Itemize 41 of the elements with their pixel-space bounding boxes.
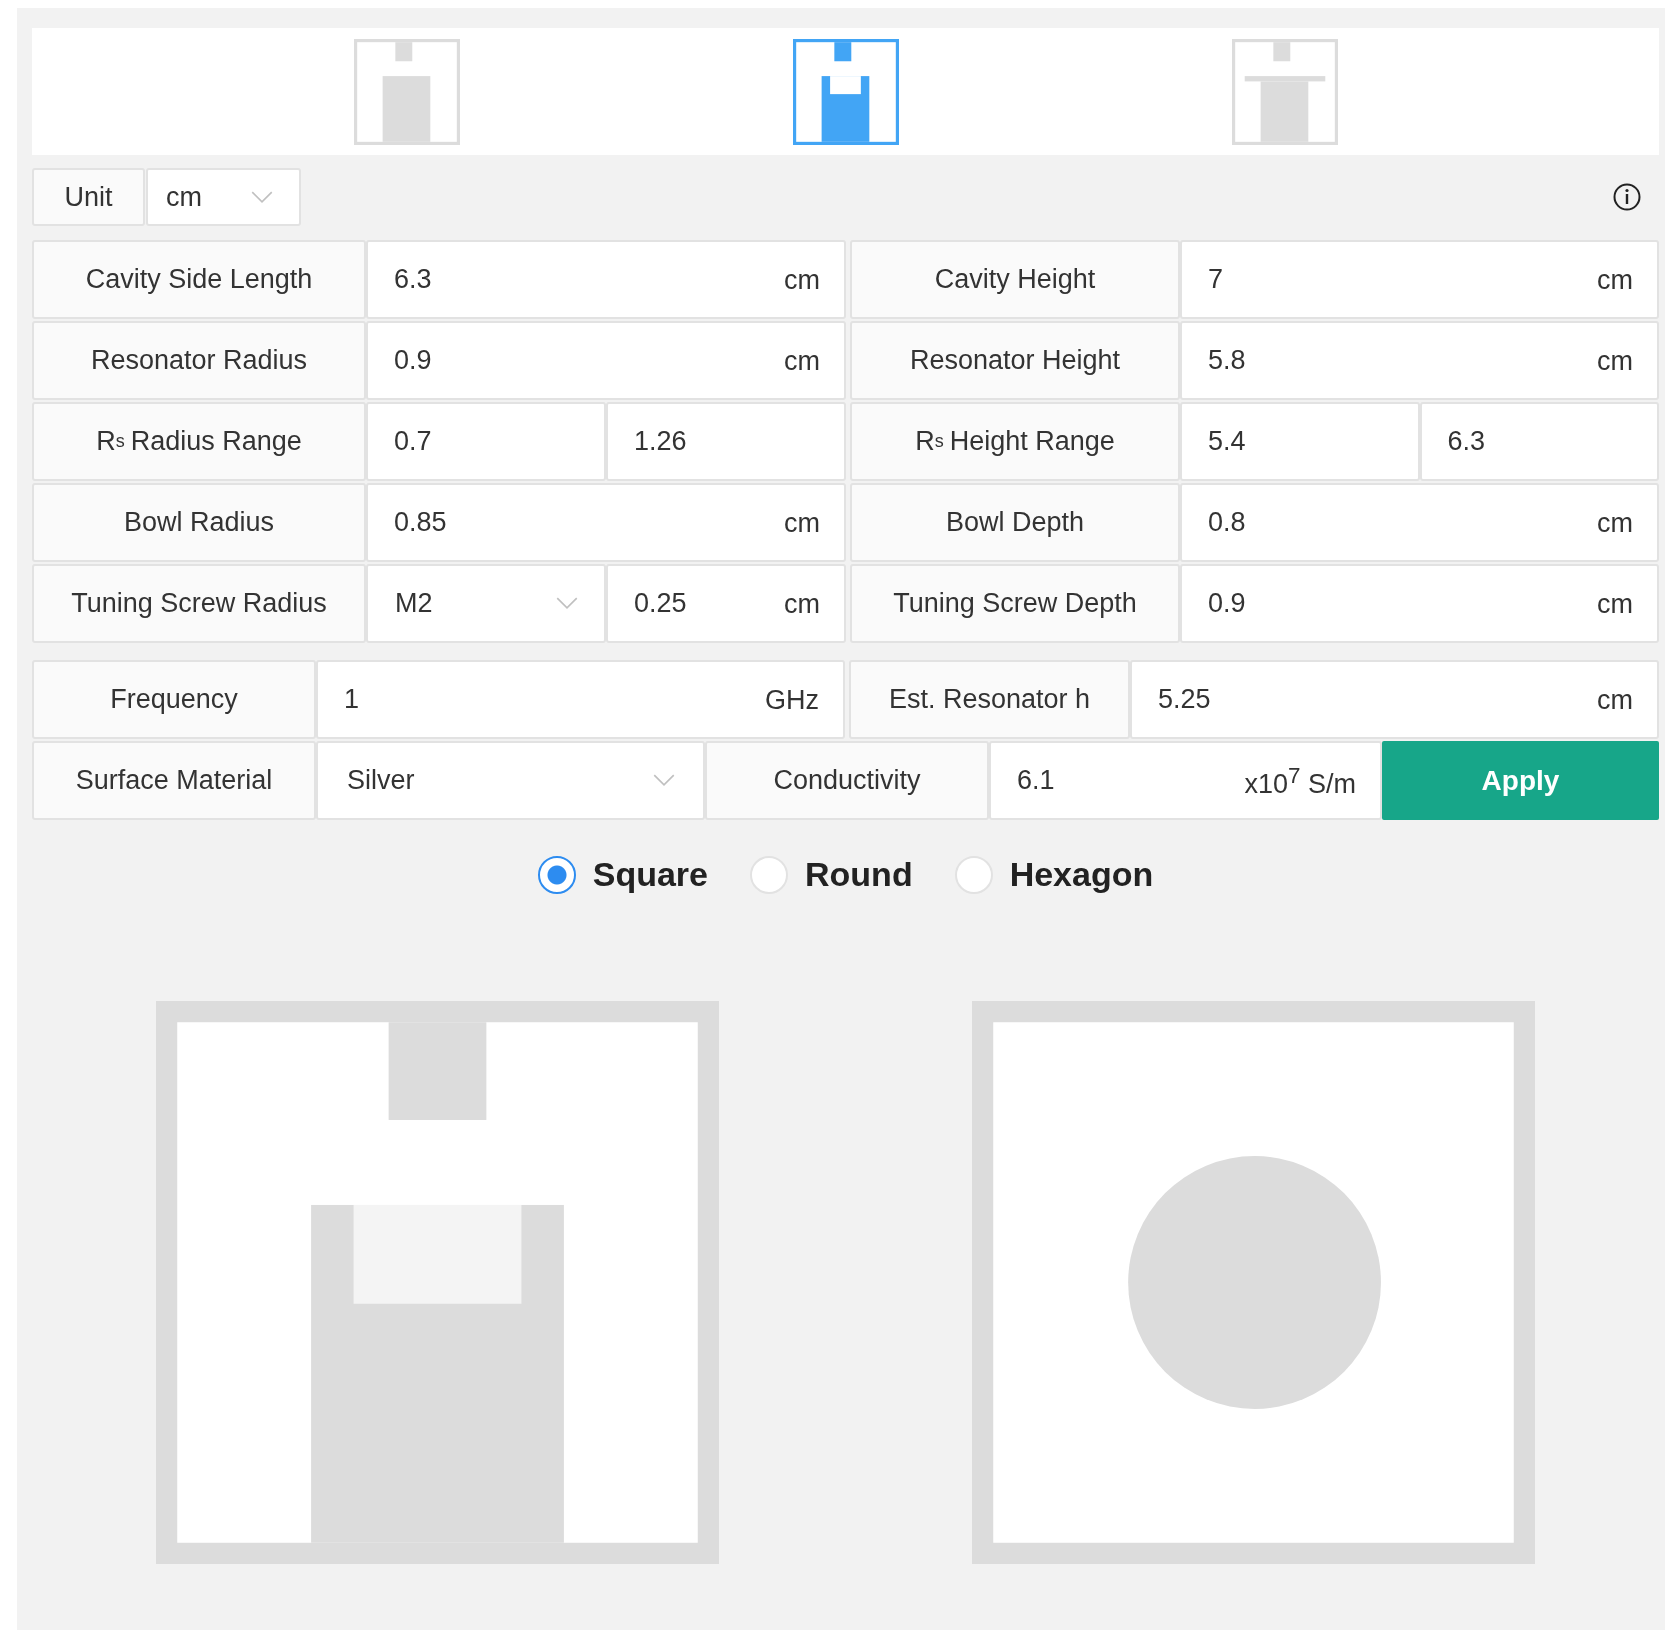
- parameter-label: Cavity Height: [850, 240, 1180, 319]
- unit-label: cm: [784, 345, 820, 376]
- max-field[interactable]: 6.3: [1419, 402, 1659, 481]
- unit-label: x10$^{7}$ S/m: [1244, 762, 1356, 799]
- parameter-label: Bowl Depth: [850, 483, 1180, 562]
- min-field[interactable]: 0.7: [366, 402, 606, 481]
- parameter-label: Frequency: [32, 660, 316, 739]
- max-field[interactable]: 1.26: [606, 402, 846, 481]
- shape-radio[interactable]: Hexagon: [954, 855, 1154, 894]
- unit-label: cm: [784, 507, 820, 538]
- unit-label: cm: [1597, 684, 1633, 715]
- caret-icon: [653, 774, 675, 787]
- parameter-label: Resonator Height: [850, 321, 1180, 400]
- unit-label: cm: [784, 588, 820, 619]
- caret-icon: [556, 597, 578, 610]
- parameter-label: Bowl Radius: [32, 483, 366, 562]
- flanged-resonator-icon[interactable]: [1231, 38, 1338, 145]
- shape-radio[interactable]: Square: [537, 855, 708, 894]
- unit-select[interactable]: cm: [146, 168, 301, 226]
- shape-radio[interactable]: Round: [750, 855, 913, 894]
- parameter-label: Est. Resonator h: [849, 660, 1130, 739]
- unit-label: GHz: [765, 684, 819, 715]
- unit-label: cm: [1597, 588, 1633, 619]
- bowl-resonator-icon[interactable]: [792, 38, 899, 145]
- parameter-label: Tuning Screw Radius: [32, 564, 366, 643]
- parameter-label: Tuning Screw Depth: [850, 564, 1180, 643]
- screw-size-select[interactable]: M2: [366, 564, 606, 643]
- post-resonator-icon[interactable]: [353, 38, 460, 145]
- unit-label: cm: [1597, 264, 1633, 295]
- parameter-label: Conductivity: [705, 741, 989, 820]
- caret-icon: [251, 190, 273, 204]
- material-select[interactable]: Silver: [316, 741, 705, 820]
- min-field[interactable]: 5.4: [1180, 402, 1420, 481]
- info-icon[interactable]: [1612, 182, 1642, 212]
- unit-label: cm: [1597, 507, 1633, 538]
- parameter-label: Surface Material: [32, 741, 316, 820]
- parameter-label: Cavity Side Length: [32, 240, 366, 319]
- unit-label: cm: [784, 264, 820, 295]
- unit-label: cm: [1597, 345, 1633, 376]
- unit-label: Unit: [32, 168, 145, 226]
- parameter-label: Resonator Radius: [32, 321, 366, 400]
